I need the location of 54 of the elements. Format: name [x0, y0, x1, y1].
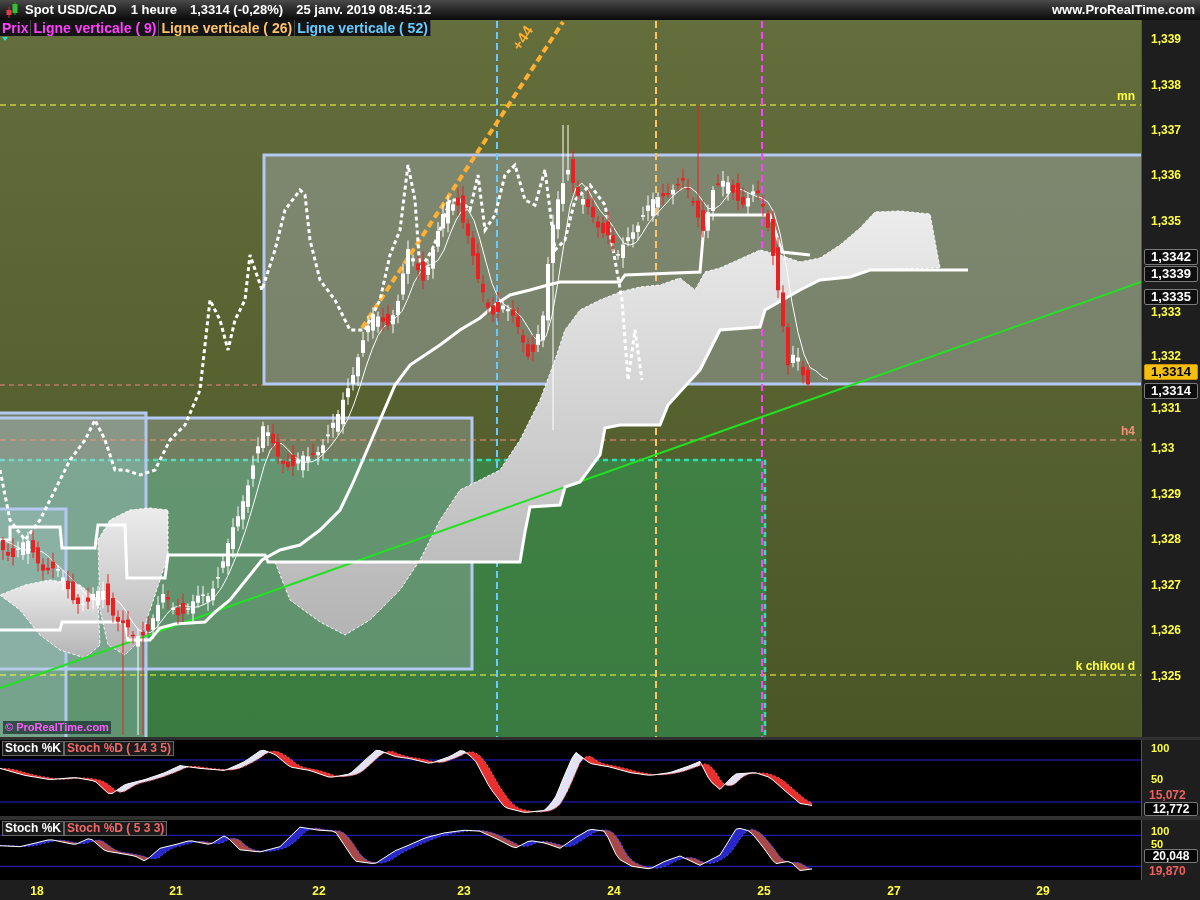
price-tag: 1,3314 [1144, 383, 1198, 399]
price-axis-label: 1,331 [1151, 401, 1182, 415]
time-axis-label: 18 [30, 884, 44, 898]
indicator-axis-label: 50 [1151, 773, 1164, 785]
indicator-value-tag: 20,048 [1144, 849, 1198, 863]
indicator-value-tag: 12,772 [1144, 802, 1198, 816]
price-axis-label: 1,332 [1151, 349, 1182, 363]
time-axis-label: 22 [312, 884, 326, 898]
price-tag: 1,3339 [1144, 266, 1198, 282]
indicator-label: Stoch %D ( 14 3 5) [64, 741, 175, 756]
indicator-axis-label: 100 [1151, 742, 1170, 754]
price-axis-label: 1,337 [1151, 123, 1182, 137]
legend-label: Ligne verticale ( 52) [295, 20, 431, 36]
indicator-value: 15,072 [1149, 789, 1186, 802]
price-tag: 1,3335 [1144, 289, 1198, 305]
price-axis-label: 1,33 [1151, 441, 1175, 455]
indicator-label: Stoch %K [2, 741, 64, 756]
price-axis-label: 1,329 [1151, 487, 1182, 501]
timeframe-label: 1 heure [130, 2, 177, 18]
time-axis-label: 25 [757, 884, 771, 898]
price-axis-label: 1,326 [1151, 623, 1182, 637]
price-axis-label: 1,333 [1151, 305, 1182, 319]
price-tag: 1,3314 [1144, 364, 1198, 380]
legend-label: Ligne verticale ( 26) [159, 20, 296, 36]
indicator-label: Stoch %D ( 5 3 3) [64, 821, 168, 836]
indicator-value: 19,870 [1149, 865, 1186, 878]
watermark-text: © ProRealTime.com [3, 721, 111, 734]
instrument-name: Spot USD/CAD [25, 2, 117, 18]
price-axis-label: 1,328 [1151, 532, 1182, 546]
price-axis-label: 1,338 [1151, 78, 1182, 92]
level-label: h4 [1121, 424, 1135, 438]
price-axis-label: 1,336 [1151, 168, 1182, 182]
time-axis-label: 23 [457, 884, 471, 898]
date-time: 25 janv. 2019 08:45:12 [296, 2, 432, 18]
legend-label: Ligne verticale ( 9) [31, 20, 160, 36]
projection-label: +44 [509, 22, 537, 54]
time-axis-label: 24 [607, 884, 621, 898]
level-label: mn [1117, 89, 1135, 103]
price-axis-label: 1,325 [1151, 669, 1182, 683]
indicator-axis-label: 100 [1151, 825, 1170, 837]
candlestick-icon [5, 2, 19, 18]
price-axis-label: 1,335 [1151, 214, 1182, 228]
website-label: www.ProRealTime.com [1051, 2, 1195, 18]
price-tag: 1,3342 [1144, 249, 1198, 265]
price-axis-label: 1,327 [1151, 578, 1182, 592]
time-axis-label: 29 [1036, 884, 1050, 898]
indicator-label: Stoch %K [2, 821, 64, 836]
legend-label: Prix [0, 20, 32, 36]
price-axis-label: 1,339 [1151, 32, 1182, 46]
level-label: k chikou d [1075, 659, 1135, 673]
price-change: 1,3314 (-0,28%) [189, 2, 284, 18]
time-axis-label: 21 [169, 884, 183, 898]
indicator-axis-label: 50 [1151, 838, 1164, 850]
time-axis-label: 27 [887, 884, 901, 898]
